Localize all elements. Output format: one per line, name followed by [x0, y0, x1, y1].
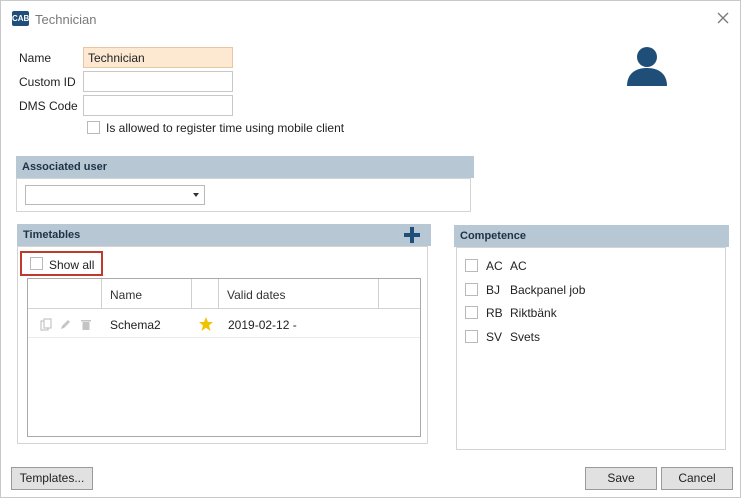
column-separator: [191, 279, 192, 309]
competence-checkbox-bj[interactable]: [465, 283, 478, 296]
templates-button[interactable]: Templates...: [11, 467, 93, 490]
competence-code: AC: [486, 259, 503, 273]
timetable-name: Schema2: [110, 318, 161, 332]
column-separator: [101, 279, 102, 309]
competence-code: BJ: [486, 283, 501, 297]
column-header-valid-dates[interactable]: Valid dates: [227, 288, 285, 302]
competence-name: Riktbänk: [510, 306, 557, 320]
copy-icon[interactable]: [40, 318, 52, 331]
plus-icon[interactable]: [403, 226, 421, 244]
show-all-checkbox[interactable]: [30, 257, 43, 270]
show-all-label: Show all: [49, 258, 95, 272]
competence-code: SV: [486, 330, 503, 344]
close-icon[interactable]: [715, 10, 731, 26]
pencil-icon[interactable]: [59, 318, 71, 331]
dms-code-input[interactable]: [83, 95, 233, 116]
title-bar: CAB Technician: [1, 1, 740, 37]
window-title: Technician: [35, 12, 97, 27]
dms-code-label: DMS Code: [19, 99, 78, 113]
timetables-header: Timetables: [17, 224, 431, 246]
associated-user-select[interactable]: [25, 185, 205, 205]
competence-name: Backpanel job: [510, 283, 586, 297]
competence-code: RB: [486, 306, 503, 320]
star-icon: [199, 317, 213, 331]
timetables-grid: Name Valid dates Schema2 2019-02-12 -: [27, 278, 421, 437]
name-input[interactable]: [83, 47, 233, 68]
app-logo-icon: CAB: [12, 11, 29, 26]
save-button[interactable]: Save: [585, 467, 657, 490]
competence-checkbox-rb[interactable]: [465, 306, 478, 319]
user-silhouette-icon: [627, 47, 667, 86]
mobile-client-checkbox[interactable]: [87, 121, 100, 134]
chevron-down-icon: [193, 193, 199, 197]
competence-checkbox-ac[interactable]: [465, 259, 478, 272]
competence-name: Svets: [510, 330, 541, 344]
associated-user-header: Associated user: [16, 156, 474, 178]
table-row[interactable]: Schema2 2019-02-12 -: [28, 310, 420, 338]
column-header-name[interactable]: Name: [110, 288, 142, 302]
column-separator: [218, 279, 219, 309]
grid-header: Name Valid dates: [28, 279, 420, 309]
mobile-client-label: Is allowed to register time using mobile…: [106, 121, 345, 135]
competence-header: Competence: [454, 225, 729, 247]
competence-name: AC: [510, 259, 527, 273]
competence-panel: [456, 247, 726, 450]
technician-dialog: CAB Technician Name Custom ID DMS Code I…: [0, 0, 741, 498]
trash-icon[interactable]: [80, 318, 92, 331]
name-label: Name: [19, 51, 52, 65]
custom-id-input[interactable]: [83, 71, 233, 92]
custom-id-label: Custom ID: [19, 75, 76, 89]
column-separator: [378, 279, 379, 309]
timetable-valid-dates: 2019-02-12 -: [228, 318, 297, 332]
cancel-button[interactable]: Cancel: [661, 467, 733, 490]
competence-checkbox-sv[interactable]: [465, 330, 478, 343]
